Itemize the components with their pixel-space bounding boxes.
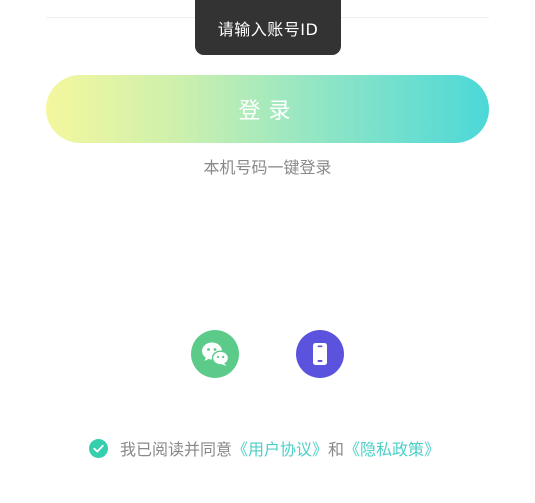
toast-message: 请输入账号ID xyxy=(195,0,341,55)
agreement-conjunction: 和 xyxy=(328,440,345,459)
agreement-prefix: 我已阅读并同意 xyxy=(120,440,233,459)
agreement-row: 我已阅读并同意 《用户协议》 和 《隐私政策》 xyxy=(89,435,440,461)
check-circle-icon xyxy=(89,438,108,458)
agreement-checkbox[interactable] xyxy=(89,438,108,458)
phone-login-button[interactable] xyxy=(296,330,344,378)
user-agreement-link[interactable]: 《用户协议》 xyxy=(232,436,328,460)
toast-text: 请输入账号ID xyxy=(217,19,319,39)
quick-login-link[interactable]: 本机号码一键登录 xyxy=(0,156,535,180)
phone-icon xyxy=(296,330,344,378)
login-button[interactable]: 登录 xyxy=(46,75,489,143)
wechat-login-button[interactable] xyxy=(191,330,239,378)
privacy-policy-link[interactable]: 《隐私政策》 xyxy=(344,436,440,460)
wechat-icon xyxy=(191,330,239,378)
